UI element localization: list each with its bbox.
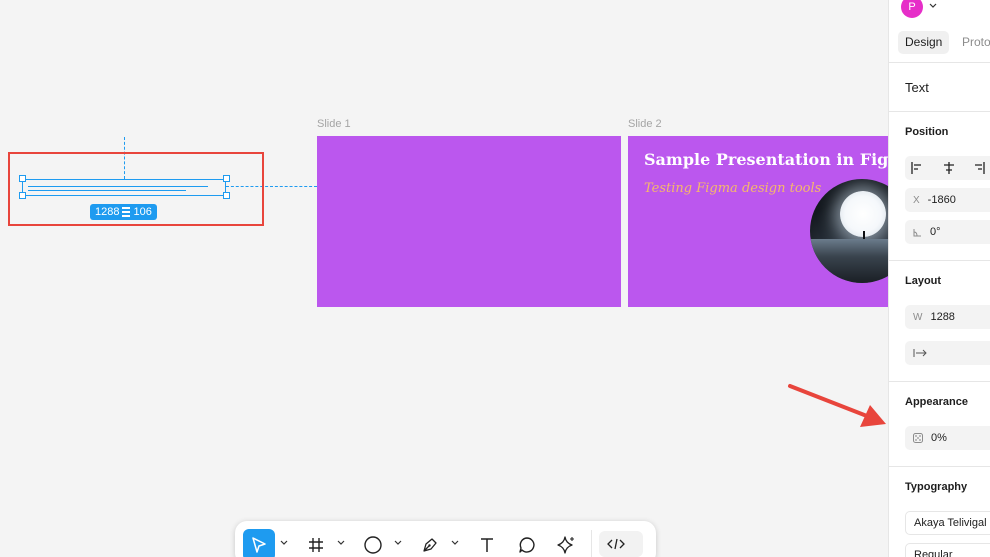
panel-divider (889, 381, 990, 382)
opacity-field[interactable]: 0% (905, 426, 990, 450)
sparkle-icon (557, 536, 574, 554)
fixed-width-icon (913, 349, 927, 357)
slide-2-frame[interactable]: Sample Presentation in Figma Testing Fig… (628, 136, 888, 307)
layer-type-label: Text (905, 80, 929, 95)
align-center-icon[interactable] (941, 160, 957, 176)
x-label: X (913, 194, 920, 206)
slide-subtitle-text[interactable]: Testing Figma design tools (644, 181, 821, 196)
bottom-toolbar (235, 521, 656, 557)
layout-heading: Layout (905, 275, 942, 287)
toolbar-divider (591, 530, 592, 557)
panel-divider (889, 260, 990, 261)
rotation-field[interactable]: 0° (905, 220, 990, 244)
annotation-highlight-box (8, 152, 264, 226)
position-heading: Position (905, 126, 949, 138)
comment-tool-button[interactable] (511, 529, 543, 557)
width-value: 1288 (930, 311, 955, 323)
rotation-icon (913, 228, 921, 236)
text-tool-button[interactable] (471, 529, 503, 557)
typography-heading: Typography (905, 481, 968, 493)
shape-tool-chevron-icon[interactable] (394, 540, 402, 546)
width-field[interactable]: W 1288 (905, 305, 990, 329)
resizing-field[interactable] (905, 341, 990, 365)
panel-divider (889, 111, 990, 112)
ellipse-icon (364, 536, 382, 554)
move-tool-chevron-icon[interactable] (280, 540, 288, 546)
tab-prototype[interactable]: Proto (955, 31, 990, 54)
rotation-value: 0° (930, 226, 941, 238)
speech-bubble-icon (519, 537, 535, 553)
font-family-value: Akaya Telivigal (914, 517, 987, 529)
moon-image[interactable] (810, 179, 888, 283)
w-label: W (913, 311, 923, 323)
align-left-icon[interactable] (909, 160, 925, 176)
alignment-controls (905, 156, 990, 180)
frame-tool-button[interactable] (300, 529, 332, 557)
design-canvas[interactable]: Slide 1 Slide 2 Sample Presentation in F… (0, 0, 888, 557)
frame-label-slide-2[interactable]: Slide 2 (628, 118, 662, 130)
appearance-heading: Appearance (905, 396, 968, 408)
text-icon (481, 538, 493, 552)
code-icon (607, 538, 625, 550)
shape-tool-button[interactable] (357, 529, 389, 557)
x-value: -1860 (927, 194, 956, 206)
opacity-icon (913, 433, 923, 443)
chevron-down-icon[interactable] (929, 3, 937, 9)
font-weight-value: Regular (914, 549, 953, 557)
panel-divider (889, 62, 990, 63)
move-tool-button[interactable] (243, 529, 275, 557)
properties-panel: P Design Proto Text Position X -1860 0° … (888, 0, 990, 557)
frame-label-slide-1[interactable]: Slide 1 (317, 118, 351, 130)
dev-mode-toggle[interactable] (599, 531, 643, 557)
x-position-field[interactable]: X -1860 (905, 188, 990, 212)
pen-tool-button[interactable] (414, 529, 446, 557)
hash-icon (309, 538, 323, 552)
cursor-icon (252, 537, 266, 553)
opacity-value: 0% (931, 432, 947, 444)
align-right-icon[interactable] (971, 160, 987, 176)
pen-icon (423, 538, 437, 552)
slide-1-frame[interactable] (317, 136, 621, 307)
pen-tool-chevron-icon[interactable] (451, 540, 459, 546)
tab-design[interactable]: Design (898, 31, 950, 54)
actions-tool-button[interactable] (550, 529, 582, 557)
slide-title-text[interactable]: Sample Presentation in Figma (644, 150, 888, 169)
avatar[interactable]: P (901, 0, 923, 18)
font-weight-select[interactable]: Regular (905, 543, 990, 557)
frame-tool-chevron-icon[interactable] (337, 540, 345, 546)
panel-divider (889, 466, 990, 467)
font-family-select[interactable]: Akaya Telivigal (905, 511, 990, 535)
